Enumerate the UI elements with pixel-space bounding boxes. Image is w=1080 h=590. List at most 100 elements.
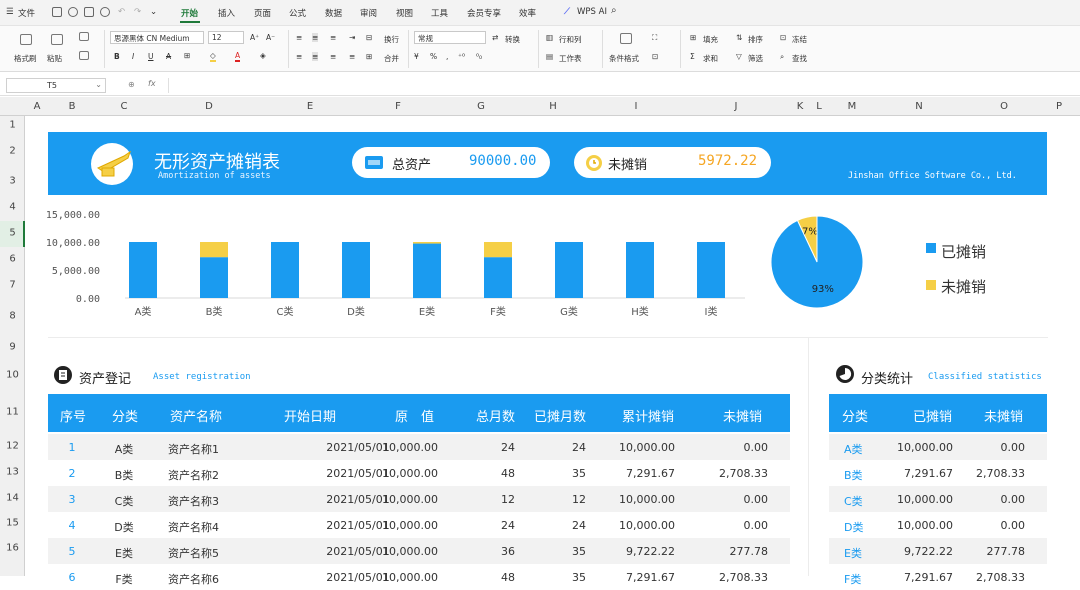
increase-decimal-icon[interactable]: ⁺⁰ xyxy=(458,52,465,61)
sort-button[interactable]: 排序 xyxy=(748,34,763,45)
row-header[interactable]: 14 xyxy=(0,493,25,504)
underline-icon[interactable]: U xyxy=(148,52,154,61)
file-menu[interactable]: 文件 xyxy=(18,7,35,19)
worksheet-icon[interactable]: ▤ xyxy=(546,52,553,61)
paste-icon[interactable] xyxy=(51,34,63,45)
row-header[interactable]: 13 xyxy=(0,467,25,478)
col-header[interactable]: I xyxy=(635,101,638,112)
table-row[interactable]: 2 B类 资产名称2 2021/05/01 10,000.00 48 35 7,291.67 2… xyxy=(48,460,790,486)
redo-icon[interactable]: ↷ xyxy=(134,7,141,17)
table-style-icon[interactable]: ⊡ xyxy=(652,52,658,61)
row-header[interactable]: 11 xyxy=(0,407,25,418)
col-header[interactable]: H xyxy=(549,101,557,112)
row-header[interactable]: 1 xyxy=(0,120,25,131)
conditional-format-icon[interactable] xyxy=(620,33,632,44)
strikethrough-icon[interactable]: A xyxy=(166,52,171,61)
name-box[interactable]: T5 ⌄ xyxy=(6,78,106,93)
table-row[interactable]: 4 D类 资产名称4 2021/05/01 10,000.00 24 24 10,000.00… xyxy=(48,512,790,538)
undo-icon[interactable]: ↶ xyxy=(118,7,125,17)
find-icon[interactable]: ⌕ xyxy=(780,52,784,62)
justify-icon[interactable]: ≡ xyxy=(349,52,355,61)
font-color-icon[interactable]: A xyxy=(235,51,241,62)
table-row[interactable]: A类 10,000.00 0.00 xyxy=(829,434,1047,460)
decrease-font-icon[interactable]: A⁻ xyxy=(266,33,275,42)
merge-button[interactable]: 合并 xyxy=(384,53,399,64)
indent-icon[interactable]: ⇥ xyxy=(349,33,355,42)
col-header[interactable]: O xyxy=(1000,101,1008,112)
find-button[interactable]: 查找 xyxy=(792,53,807,64)
font-name-select[interactable]: 思源黑体 CN Medium xyxy=(110,31,204,44)
row-header[interactable]: 5 xyxy=(0,228,25,239)
convert-icon[interactable]: ⇄ xyxy=(492,33,498,42)
wps-ai-button[interactable]: WPS AI xyxy=(577,7,607,17)
fx-icon[interactable]: fx xyxy=(148,79,156,88)
row-header[interactable]: 15 xyxy=(0,518,25,529)
search-icon[interactable]: ⌕ xyxy=(611,5,617,16)
col-header[interactable]: M xyxy=(848,101,857,112)
col-header[interactable]: A xyxy=(34,101,41,112)
tab-formula[interactable]: 公式 xyxy=(289,7,306,19)
format-painter-icon[interactable] xyxy=(20,34,32,45)
align-top-icon[interactable]: ≡ xyxy=(296,33,302,42)
sum-button[interactable]: 求和 xyxy=(703,53,718,64)
col-header[interactable]: L xyxy=(816,101,822,112)
col-header[interactable]: B xyxy=(69,101,76,112)
border-icon[interactable]: ⊞ xyxy=(184,51,190,60)
hamburger-icon[interactable]: ☰ xyxy=(6,7,14,17)
tab-view[interactable]: 视图 xyxy=(396,7,413,19)
tab-data[interactable]: 数据 xyxy=(325,7,342,19)
tab-tools[interactable]: 工具 xyxy=(431,7,448,19)
col-header[interactable]: G xyxy=(477,101,485,112)
row-header[interactable]: 3 xyxy=(0,176,25,187)
fill-color-icon[interactable]: ◇ xyxy=(210,51,216,62)
italic-icon[interactable]: I xyxy=(132,52,134,61)
copy-icon[interactable] xyxy=(79,51,89,60)
col-header[interactable]: C xyxy=(121,101,128,112)
table-row[interactable]: B类 7,291.67 2,708.33 xyxy=(829,460,1047,486)
row-header[interactable]: 2 xyxy=(0,146,25,157)
table-row[interactable]: 3 C类 资产名称3 2021/05/01 10,000.00 12 12 10,000.00… xyxy=(48,486,790,512)
convert-button[interactable]: 转换 xyxy=(505,34,520,45)
row-col-button[interactable]: 行和列 xyxy=(559,34,582,45)
wrap-icon[interactable]: ⊟ xyxy=(366,33,372,42)
row-col-icon[interactable]: ▥ xyxy=(546,33,553,42)
align-bottom-icon[interactable]: ≡ xyxy=(330,33,336,42)
font-size-select[interactable]: 12 xyxy=(208,31,244,44)
col-header[interactable]: N xyxy=(915,101,922,112)
filter-icon[interactable]: ▽ xyxy=(736,52,742,61)
row-header[interactable]: 9 xyxy=(0,342,25,353)
col-header[interactable]: J xyxy=(735,101,738,112)
cut-icon[interactable] xyxy=(79,32,89,41)
table-row[interactable]: C类 10,000.00 0.00 xyxy=(829,486,1047,512)
wps-ai-icon[interactable]: ⟋ xyxy=(564,7,570,17)
align-right-icon[interactable]: ≡ xyxy=(330,52,336,61)
cell-style-icon[interactable]: ⛶ xyxy=(652,33,657,43)
tab-page[interactable]: 页面 xyxy=(254,7,271,19)
col-header[interactable]: K xyxy=(797,101,804,112)
number-format-select[interactable]: 常规 xyxy=(414,31,486,44)
tab-home[interactable]: 开始 xyxy=(181,7,198,19)
worksheet-button[interactable]: 工作表 xyxy=(559,53,582,64)
export-icon[interactable] xyxy=(68,7,78,17)
cond-format-button[interactable]: 条件格式 xyxy=(609,53,639,64)
bold-icon[interactable]: B xyxy=(114,52,120,61)
align-left-icon[interactable]: ≡ xyxy=(296,52,302,61)
paste-button[interactable]: 粘贴 xyxy=(47,53,62,64)
table-row[interactable]: 5 E类 资产名称5 2021/05/01 10,000.00 36 35 9,722.22 2… xyxy=(48,538,790,564)
table-row[interactable]: 6 F类 资产名称6 2021/05/01 10,000.00 48 35 7,291.67 2… xyxy=(48,564,790,590)
row-header[interactable]: 4 xyxy=(0,202,25,213)
wrap-button[interactable]: 换行 xyxy=(384,34,399,45)
table-row[interactable]: F类 7,291.67 2,708.33 xyxy=(829,564,1047,590)
row-header[interactable]: 6 xyxy=(0,254,25,265)
chevron-down-icon[interactable]: ⌄ xyxy=(150,7,157,17)
print-icon[interactable] xyxy=(84,7,94,17)
col-header[interactable]: D xyxy=(205,101,213,112)
filter-button[interactable]: 筛选 xyxy=(748,53,763,64)
merge-icon[interactable]: ⊞ xyxy=(366,52,372,61)
format-painter-button[interactable]: 格式刷 xyxy=(14,53,37,64)
col-header[interactable]: E xyxy=(307,101,313,112)
tab-review[interactable]: 审阅 xyxy=(360,7,377,19)
row-header[interactable]: 12 xyxy=(0,441,25,452)
row-header[interactable]: 8 xyxy=(0,311,25,322)
formula-input[interactable] xyxy=(168,78,1073,93)
